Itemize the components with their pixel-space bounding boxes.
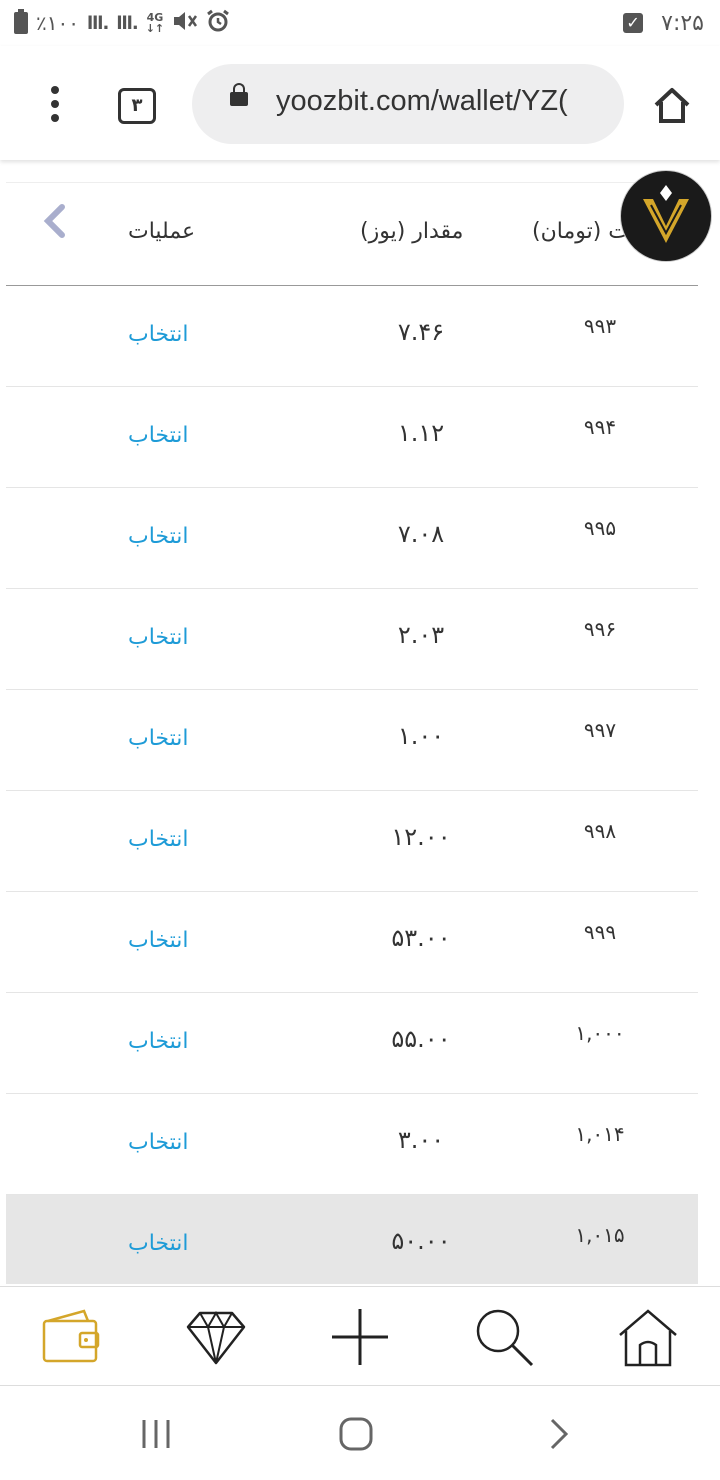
system-home-button[interactable] xyxy=(336,1414,376,1454)
amount-cell: ۷.۴۶ xyxy=(397,318,445,346)
price-cell: ۹۹۵ xyxy=(583,516,617,540)
amount-cell: ۱.۰۰ xyxy=(397,722,445,750)
browser-home-button[interactable] xyxy=(652,86,692,124)
amount-cell: ۲.۰۳ xyxy=(397,621,445,649)
clock: ۷:۲۵ xyxy=(661,10,704,36)
battery-icon xyxy=(14,9,28,34)
alarm-icon xyxy=(206,9,230,38)
search-icon xyxy=(476,1309,534,1367)
amount-cell: ۷.۰۸ xyxy=(397,520,445,548)
amount-cell: ۵۰.۰۰ xyxy=(391,1227,451,1255)
table-row: انتخاب ۱.۰۰ ۹۹۷ xyxy=(6,690,698,792)
table-row: انتخاب ۱.۱۲ ۹۹۴ xyxy=(6,387,698,489)
yoozbit-logo[interactable] xyxy=(620,170,712,262)
recents-icon xyxy=(142,1420,170,1448)
status-bar: ٪۱۰۰ lll. lll. 4G ↓↑ ✓ ۷:۲۵ xyxy=(0,0,720,46)
table-row: انتخاب ۲.۰۳ ۹۹۶ xyxy=(6,589,698,691)
lock-icon xyxy=(230,83,248,106)
address-bar[interactable]: yoozbit.com/wallet/YZ( xyxy=(192,64,624,144)
table-row-highlighted: انتخاب ۵۰.۰۰ ۱,۰۱۵ xyxy=(6,1195,698,1284)
check-notification-icon: ✓ xyxy=(623,13,644,33)
tab-switcher-button[interactable]: ۳ xyxy=(118,88,156,124)
amount-cell: ۵۵.۰۰ xyxy=(391,1025,451,1053)
price-cell: ۹۹۸ xyxy=(583,819,617,843)
select-link[interactable]: انتخاب xyxy=(128,625,189,650)
nav-wallet[interactable] xyxy=(40,1305,104,1369)
status-right: ✓ ۷:۲۵ xyxy=(623,8,704,38)
bottom-navigation xyxy=(0,1286,720,1387)
select-link[interactable]: انتخاب xyxy=(128,322,189,347)
table-row: انتخاب ۱۲.۰۰ ۹۹۸ xyxy=(6,791,698,893)
nav-add[interactable] xyxy=(328,1305,392,1369)
signal-icon-2: lll. xyxy=(116,12,138,34)
system-navigation xyxy=(0,1386,720,1480)
mute-icon xyxy=(172,10,198,37)
plus-icon xyxy=(332,1309,388,1365)
price-cell: ۹۹۴ xyxy=(583,415,617,439)
select-link[interactable]: انتخاب xyxy=(128,827,189,852)
select-link[interactable]: انتخاب xyxy=(128,1029,189,1054)
select-link[interactable]: انتخاب xyxy=(128,726,189,751)
select-link[interactable]: انتخاب xyxy=(128,423,189,448)
home-circle-icon xyxy=(339,1417,373,1451)
price-cell: ۱,۰۱۴ xyxy=(575,1122,625,1146)
amount-cell: ۵۳.۰۰ xyxy=(391,924,451,952)
battery-percent: ٪۱۰۰ xyxy=(36,11,79,35)
wallet-icon xyxy=(42,1309,100,1363)
price-cell: ۹۹۶ xyxy=(583,617,617,641)
network-type: 4G ↓↑ xyxy=(145,11,165,35)
select-link[interactable]: انتخاب xyxy=(128,928,189,953)
home-icon xyxy=(619,1309,677,1367)
column-header-price: ت (تومان) xyxy=(532,219,630,244)
amount-cell: ۳.۰۰ xyxy=(397,1126,445,1154)
status-left: ٪۱۰۰ lll. lll. 4G ↓↑ xyxy=(14,8,230,38)
browser-toolbar: ۳ yoozbit.com/wallet/YZ( xyxy=(0,46,720,160)
price-cell: ۹۹۷ xyxy=(583,718,617,742)
recents-button[interactable] xyxy=(136,1414,176,1454)
table-row: انتخاب ۳.۰۰ ۱,۰۱۴ xyxy=(6,1094,698,1196)
select-link[interactable]: انتخاب xyxy=(128,1231,189,1256)
amount-cell: ۱۲.۰۰ xyxy=(391,823,451,851)
home-icon xyxy=(654,88,690,123)
back-icon xyxy=(550,1418,569,1450)
table-row: انتخاب ۵۵.۰۰ ۱,۰۰۰ xyxy=(6,993,698,1095)
diamond-icon xyxy=(186,1310,246,1365)
column-header-operations: عملیات xyxy=(128,219,196,244)
select-link[interactable]: انتخاب xyxy=(128,524,189,549)
table-row: انتخاب ۷.۴۶ ۹۹۳ xyxy=(6,286,698,388)
nav-diamond[interactable] xyxy=(184,1305,248,1369)
amount-cell: ۱.۱۲ xyxy=(397,419,445,447)
column-header-amount: مقدار (یوز) xyxy=(360,219,464,244)
back-button[interactable] xyxy=(540,1414,580,1454)
logo-icon xyxy=(643,185,689,243)
url-text[interactable]: yoozbit.com/wallet/YZ( xyxy=(276,85,568,118)
price-cell: ۹۹۹ xyxy=(583,920,617,944)
orders-table: عملیات مقدار (یوز) ت (تومان) انتخاب ۷.۴۶… xyxy=(6,182,698,1284)
price-cell: ۱,۰۱۵ xyxy=(575,1223,625,1247)
table-row: انتخاب ۷.۰۸ ۹۹۵ xyxy=(6,488,698,590)
select-link[interactable]: انتخاب xyxy=(128,1130,189,1155)
table-row: انتخاب ۵۳.۰۰ ۹۹۹ xyxy=(6,892,698,994)
price-cell: ۱,۰۰۰ xyxy=(575,1021,625,1045)
table-header: عملیات مقدار (یوز) ت (تومان) xyxy=(6,182,698,288)
chevron-left-icon[interactable] xyxy=(40,203,68,239)
price-cell: ۹۹۳ xyxy=(583,314,617,338)
nav-home[interactable] xyxy=(616,1305,680,1369)
more-menu-icon[interactable] xyxy=(40,86,70,122)
signal-icon: lll. xyxy=(86,12,109,34)
nav-search[interactable] xyxy=(472,1305,536,1369)
